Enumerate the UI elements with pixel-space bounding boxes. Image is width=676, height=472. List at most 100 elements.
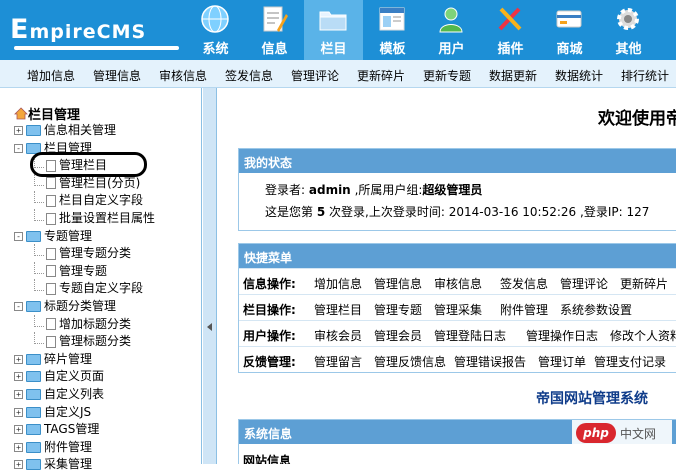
- quick-menu-link[interactable]: 管理专题: [374, 301, 422, 318]
- quick-menu-link[interactable]: 管理登陆日志: [434, 327, 506, 344]
- quick-menu-category: 栏目操作:: [243, 303, 296, 317]
- submenu-item[interactable]: 数据统计: [555, 67, 603, 84]
- quick-menu-link[interactable]: 管理会员: [374, 327, 422, 344]
- quick-menu-link[interactable]: 管理操作日志: [526, 327, 598, 344]
- submenu-item[interactable]: 管理信息: [93, 67, 141, 84]
- expand-icon[interactable]: +: [14, 126, 23, 135]
- page-icon: [46, 265, 56, 278]
- tree-folder-item[interactable]: + 自定义JS: [14, 403, 91, 420]
- tree-leaf-item[interactable]: 管理专题: [34, 261, 107, 279]
- nav-shop[interactable]: 商城: [540, 0, 599, 60]
- submenu-item[interactable]: 审核信息: [159, 67, 207, 84]
- tree-leaf-item[interactable]: 增加标题分类: [34, 314, 131, 332]
- page-icon: [46, 247, 56, 260]
- collapse-icon[interactable]: -: [14, 143, 23, 153]
- collapse-arrow-icon[interactable]: [207, 323, 212, 331]
- tree-folder-item[interactable]: + TAGS管理: [14, 420, 99, 437]
- submenu-item[interactable]: 管理评论: [291, 67, 339, 84]
- tree-leaf-item[interactable]: 专题自定义字段: [34, 279, 143, 296]
- tree-item-label[interactable]: 标题分类管理: [44, 299, 116, 313]
- tree-item-label[interactable]: 栏目自定义字段: [59, 193, 143, 207]
- expand-icon[interactable]: +: [14, 390, 23, 399]
- nav-user[interactable]: 用户: [422, 0, 481, 60]
- tree-folder-item[interactable]: - 专题管理: [14, 227, 92, 244]
- quick-menu-link[interactable]: 审核信息: [434, 275, 482, 292]
- submenu-item[interactable]: 签发信息: [225, 67, 273, 84]
- quick-menu-link[interactable]: 更新碎片: [620, 275, 668, 292]
- php-cn-watermark: php 中文网: [572, 420, 672, 446]
- tree-item-label[interactable]: 批量设置栏目属性: [59, 211, 155, 225]
- quick-menu-link[interactable]: 管理采集: [434, 301, 482, 318]
- quick-menu-link[interactable]: 管理栏目: [314, 301, 362, 318]
- expand-icon[interactable]: +: [14, 425, 23, 435]
- tree-folder-item[interactable]: + 自定义页面: [14, 367, 104, 384]
- tree-item-label[interactable]: 附件管理: [44, 440, 92, 454]
- quick-menu-row: 反馈管理: 管理留言 管理反馈信息 管理错误报告 管理订单 管理支付记录: [239, 346, 676, 372]
- nav-column[interactable]: 栏目: [304, 0, 363, 60]
- quick-menu-link[interactable]: 管理留言: [314, 353, 362, 370]
- tree-item-label[interactable]: 专题自定义字段: [59, 281, 143, 295]
- collapse-icon[interactable]: -: [14, 231, 23, 241]
- tree-guide-line: [34, 279, 44, 292]
- tree-item-label[interactable]: 自定义列表: [44, 387, 104, 401]
- quick-menu-link[interactable]: 管理反馈信息: [374, 353, 446, 370]
- tree-folder-item[interactable]: - 标题分类管理: [14, 297, 116, 314]
- page-icon: [46, 212, 56, 225]
- tree-item-label[interactable]: 管理标题分类: [59, 334, 131, 348]
- folder-icon: [26, 230, 41, 242]
- nav-other[interactable]: 其他: [599, 0, 658, 60]
- tree-folder-item[interactable]: + 附件管理: [14, 438, 92, 455]
- expand-icon[interactable]: +: [14, 372, 23, 382]
- tree-item-label[interactable]: 采集管理: [44, 457, 92, 471]
- empirecms-logo[interactable]: EmpireCMS: [10, 6, 185, 56]
- quick-menu-link[interactable]: 附件管理: [500, 301, 548, 318]
- tree-leaf-item[interactable]: 栏目自定义字段: [34, 191, 143, 208]
- expand-icon[interactable]: +: [14, 407, 23, 417]
- tree-item-label[interactable]: 管理专题分类: [59, 246, 131, 260]
- tree-item-label[interactable]: 碎片管理: [44, 352, 92, 366]
- quick-menu-link[interactable]: 系统参数设置: [560, 301, 632, 318]
- tree-item-label[interactable]: 管理栏目(分页): [59, 176, 140, 190]
- tree-item-label[interactable]: 自定义页面: [44, 369, 104, 383]
- submenu-item[interactable]: 更新专题: [423, 67, 471, 84]
- expand-icon[interactable]: +: [14, 442, 23, 452]
- quick-menu-link[interactable]: 增加信息: [314, 275, 362, 292]
- folder-icon: [26, 371, 41, 383]
- nav-system[interactable]: 系统: [186, 0, 245, 60]
- submenu-item[interactable]: 增加信息: [27, 67, 75, 84]
- quick-menu-link[interactable]: 管理错误报告: [454, 353, 526, 370]
- quick-menu-link[interactable]: 管理订单: [538, 353, 586, 370]
- tree-leaf-item[interactable]: 管理专题分类: [34, 244, 131, 261]
- quick-menu-link[interactable]: 管理评论: [560, 275, 608, 292]
- quick-menu-link[interactable]: 管理信息: [374, 275, 422, 292]
- quick-menu-category: 反馈管理:: [243, 355, 296, 369]
- quick-menu-link[interactable]: 管理支付记录: [594, 353, 666, 370]
- tree-folder-item[interactable]: + 自定义列表: [14, 385, 104, 402]
- submenu-item[interactable]: 数据更新: [489, 67, 537, 84]
- quick-menu-link[interactable]: 修改个人资料: [610, 327, 676, 344]
- system-title: 帝国网站管理系统: [536, 391, 648, 407]
- quick-menu-category: 用户操作:: [243, 329, 296, 343]
- tree-item-label[interactable]: TAGS管理: [44, 422, 99, 436]
- tree-item-label[interactable]: 信息相关管理: [44, 123, 116, 137]
- quick-menu-link[interactable]: 审核会员: [314, 327, 362, 344]
- nav-info[interactable]: 信息: [245, 0, 304, 60]
- tree-item-label[interactable]: 管理专题: [59, 264, 107, 278]
- folder-icon: [26, 125, 41, 136]
- submenu-item[interactable]: 排行统计: [621, 67, 669, 84]
- nav-template[interactable]: 模板: [363, 0, 422, 60]
- tree-item-label[interactable]: 专题管理: [44, 229, 92, 243]
- expand-icon[interactable]: +: [14, 460, 23, 470]
- tree-item-label[interactable]: 自定义JS: [44, 405, 91, 419]
- tree-item-label[interactable]: 增加标题分类: [59, 317, 131, 331]
- sidebar-splitter[interactable]: [203, 88, 217, 464]
- nav-plugin[interactable]: 插件: [481, 0, 540, 60]
- tree-leaf-item[interactable]: 管理标题分类: [34, 332, 131, 349]
- collapse-icon[interactable]: -: [14, 302, 23, 311]
- tree-folder-item[interactable]: + 碎片管理: [14, 350, 92, 367]
- tree-leaf-item[interactable]: 批量设置栏目属性: [34, 209, 155, 226]
- expand-icon[interactable]: +: [14, 354, 23, 364]
- submenu-item[interactable]: 更新碎片: [357, 67, 405, 84]
- tree-folder-item[interactable]: + 信息相关管理: [14, 121, 116, 138]
- quick-menu-link[interactable]: 签发信息: [500, 275, 548, 292]
